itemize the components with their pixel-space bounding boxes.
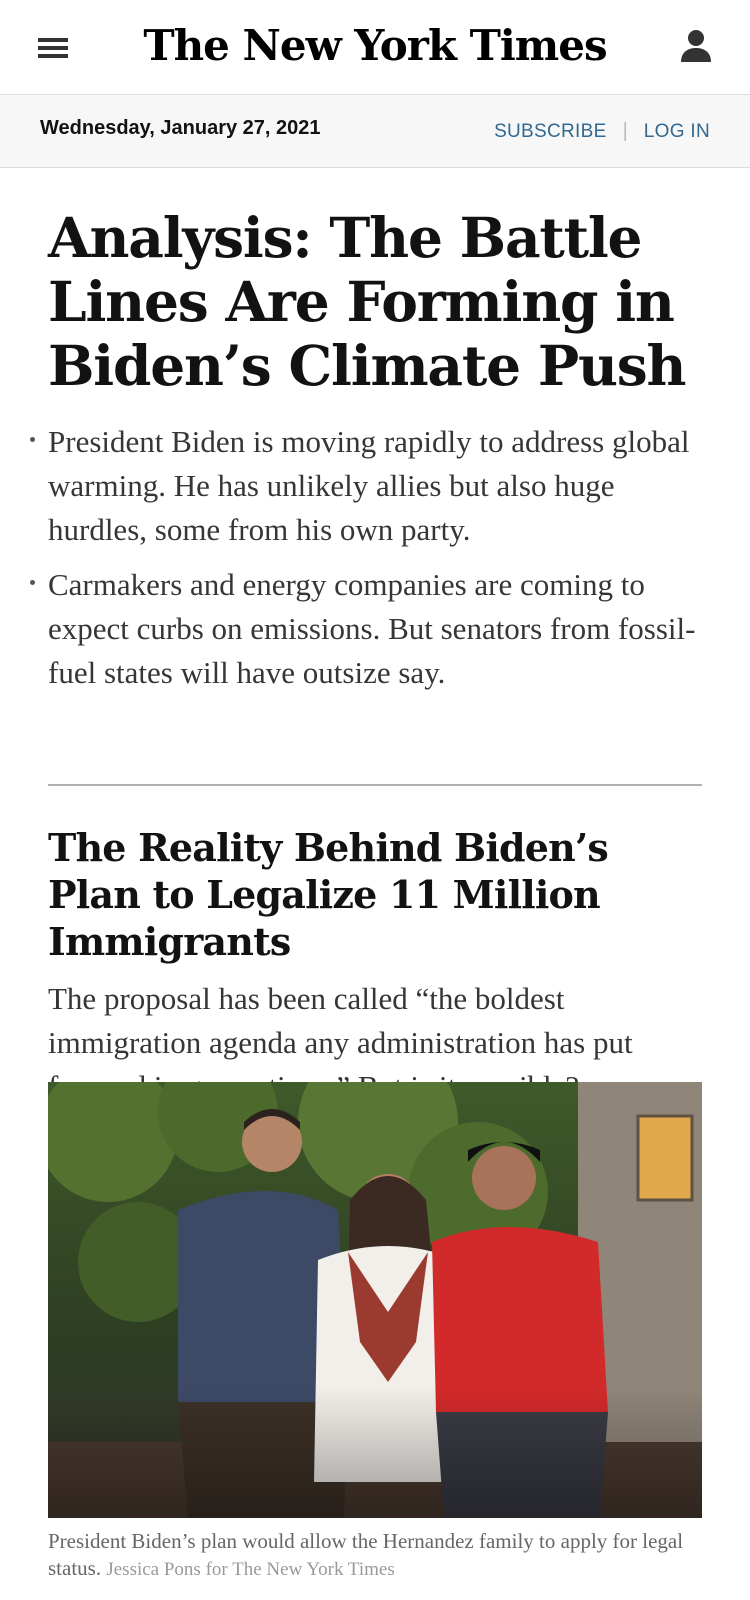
account-links: SUBSCRIBE | LOG IN: [494, 120, 710, 143]
login-link[interactable]: LOG IN: [644, 121, 710, 143]
photo-caption: President Biden’s plan would allow the H…: [48, 1528, 708, 1583]
link-separator: |: [622, 120, 628, 142]
current-date: Wednesday, January 27, 2021: [40, 117, 321, 139]
bullet-dot: [30, 580, 35, 585]
story-climate[interactable]: Analysis: The Battle Lines Are Forming i…: [30, 206, 708, 706]
story-immigration[interactable]: The Reality Behind Biden’s Plan to Legal…: [48, 824, 708, 1109]
story-summary-list: President Biden is moving rapidly to add…: [30, 420, 708, 695]
story-photo[interactable]: [48, 1082, 702, 1518]
photo-credit: Jessica Pons for The New York Times: [106, 1559, 395, 1580]
bullet-text: Carmakers and energy companies are comin…: [48, 567, 696, 690]
date-bar: Wednesday, January 27, 2021 SUBSCRIBE | …: [0, 95, 750, 168]
story-headline[interactable]: The Reality Behind Biden’s Plan to Legal…: [48, 824, 708, 965]
story-divider: [48, 784, 702, 786]
user-account-icon[interactable]: [680, 28, 712, 64]
bullet-dot: [30, 437, 35, 442]
story-headline[interactable]: Analysis: The Battle Lines Are Forming i…: [48, 206, 708, 398]
nyt-logo[interactable]: The New York Times: [0, 18, 750, 74]
summary-bullet: Carmakers and energy companies are comin…: [30, 563, 708, 695]
masthead: The New York Times: [0, 0, 750, 95]
summary-bullet: President Biden is moving rapidly to add…: [30, 420, 708, 552]
bullet-text: President Biden is moving rapidly to add…: [48, 424, 690, 547]
subscribe-link[interactable]: SUBSCRIBE: [494, 121, 607, 143]
